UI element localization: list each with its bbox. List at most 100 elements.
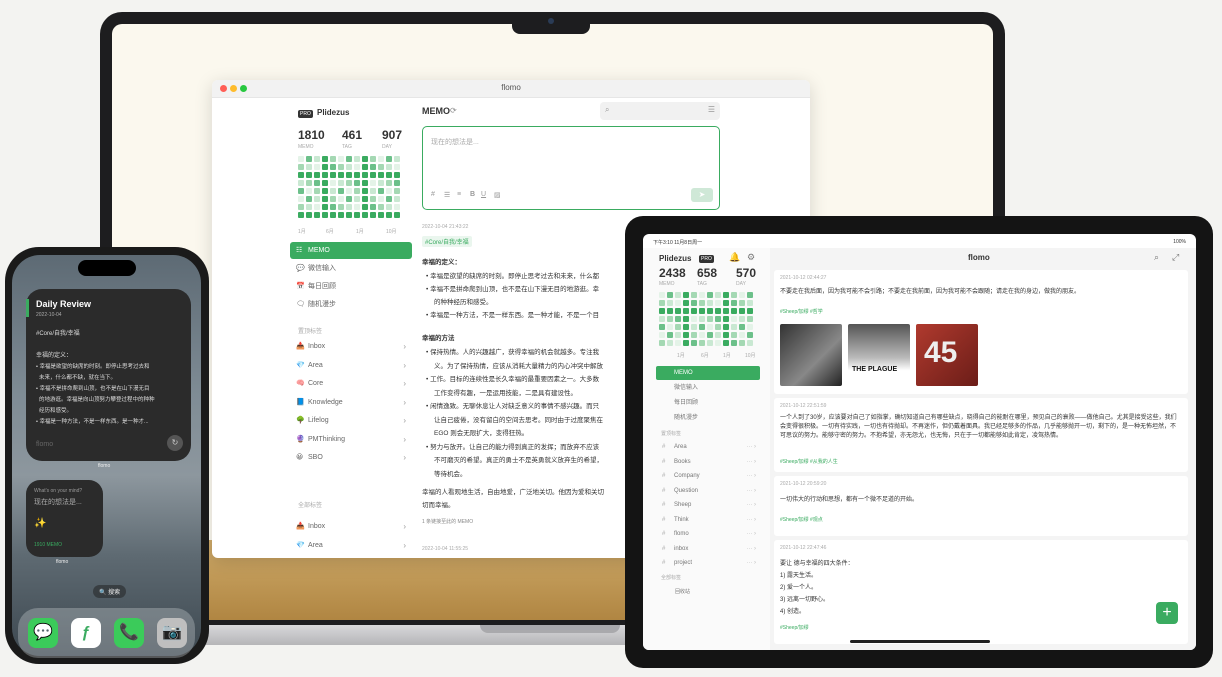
nav-random[interactable]: 随机漫步 xyxy=(656,411,760,425)
chevron-right-icon[interactable]: › xyxy=(403,338,406,355)
tag-item[interactable]: 📗Book› xyxy=(290,555,412,558)
poster-photo[interactable]: 45 xyxy=(916,324,978,386)
card-tags[interactable]: #Sheep/加缪 #哲学 xyxy=(780,308,823,315)
numbered-list-icon[interactable]: ≡ xyxy=(457,191,461,198)
hashtag-icon[interactable]: # xyxy=(431,191,435,198)
chevron-right-icon[interactable]: › xyxy=(403,375,406,392)
tag-item[interactable]: # Books ··· › xyxy=(656,455,760,469)
book-cover-photo[interactable]: THE PLAGUE xyxy=(848,324,910,386)
tag-item[interactable]: # project ··· › xyxy=(656,556,760,570)
tag-item[interactable]: 🔮 PMThinking › xyxy=(290,431,412,448)
settings-icon[interactable]: ⚙ xyxy=(747,252,755,263)
heatmap-cell xyxy=(370,204,376,210)
stat-label: DAY xyxy=(736,281,746,287)
nav-memo[interactable]: MEMO xyxy=(656,366,760,380)
tag-item[interactable]: # Think ··· › xyxy=(656,513,760,527)
tag-item[interactable]: 🌳 Lifelog › xyxy=(290,412,412,429)
more-icon[interactable]: ··· › xyxy=(746,556,756,570)
filter-icon[interactable]: ☰ xyxy=(708,105,715,114)
user-name[interactable]: Plidezus xyxy=(659,254,691,263)
nav-random[interactable]: 🗨 随机漫步 xyxy=(290,296,412,313)
underline-icon[interactable]: U xyxy=(481,191,486,198)
chevron-right-icon[interactable]: › xyxy=(403,449,406,466)
more-icon[interactable]: ··· › xyxy=(746,455,756,469)
nav-wechat[interactable]: 💬 微信输入 xyxy=(290,260,412,277)
memo-tag[interactable]: #Core/自我/幸福 xyxy=(422,236,472,247)
more-icon[interactable]: ··· › xyxy=(746,440,756,454)
phone-app-icon[interactable]: 📞 xyxy=(114,618,144,648)
tag-item[interactable]: # Sheep ··· › xyxy=(656,498,760,512)
section-all: 全部标签 xyxy=(661,575,682,581)
card-tags[interactable]: #Sheep/加缪 #从我的人生 xyxy=(780,458,838,465)
bold-icon[interactable]: B xyxy=(470,191,475,198)
more-icon[interactable]: ··· › xyxy=(746,469,756,483)
trash-link[interactable]: 回收站 xyxy=(675,588,690,595)
search-input[interactable]: ⌕ ☰ xyxy=(600,102,720,120)
nav-daily-review[interactable]: 📅 每日回顾 xyxy=(290,278,412,295)
heatmap-cell xyxy=(322,164,328,170)
heatmap-cell xyxy=(739,324,745,330)
tag-item[interactable]: 📘 Knowledge › xyxy=(290,394,412,411)
expand-icon[interactable]: ⤢ xyxy=(1172,252,1179,263)
search-pill[interactable]: 🔍 搜索 xyxy=(93,585,127,598)
memo-card[interactable]: 2021-10-12 22:47:46 要让 德与幸福的四大条件： 1) 露天生… xyxy=(774,540,1188,644)
flomo-app-icon[interactable]: ƒ xyxy=(71,618,101,648)
send-button[interactable]: ➤ xyxy=(691,188,713,202)
tag-item[interactable]: 📥 Inbox › xyxy=(290,338,412,355)
linked-memos[interactable]: 1 条链接至此的 MEMO xyxy=(422,518,473,525)
tag-item[interactable]: 💎 Area › xyxy=(290,537,412,554)
card-list-item: 4) 创造。 xyxy=(780,609,806,615)
add-memo-button[interactable]: + xyxy=(1156,602,1178,624)
chevron-right-icon[interactable]: › xyxy=(403,518,406,535)
nav-memo[interactable]: ☷ MEMO xyxy=(290,242,412,259)
heatmap-cell xyxy=(747,332,753,338)
tag-item[interactable]: # Question ··· › xyxy=(656,484,760,498)
card-tags[interactable]: #Sheep/加缪 #观点 xyxy=(780,516,823,523)
heatmap-cell xyxy=(378,164,384,170)
quick-memo-widget[interactable]: What's on your mind? 现在的想法是... ✨ 1910 ME… xyxy=(26,480,103,557)
memo-card[interactable]: 2021-10-12 20:59:20 一切伟大的行动和思想，都有一个微不足道的… xyxy=(774,476,1188,536)
chevron-right-icon[interactable]: › xyxy=(403,431,406,448)
portrait-photo[interactable] xyxy=(780,324,842,386)
nav-wechat[interactable]: 微信输入 xyxy=(656,381,760,395)
search-icon[interactable]: ⌕ xyxy=(1154,252,1159,263)
chevron-right-icon[interactable]: › xyxy=(403,394,406,411)
heatmap-cell xyxy=(394,188,400,194)
card-tags[interactable]: #Sheep/加缪 xyxy=(780,624,809,631)
user-name[interactable]: Plidezus xyxy=(317,108,349,117)
chevron-right-icon[interactable]: › xyxy=(403,555,406,558)
tag-item[interactable]: 📥 Inbox › xyxy=(290,518,412,535)
nav-daily-review[interactable]: 每日回顾 xyxy=(656,396,760,410)
chat-icon: 💬 xyxy=(296,265,305,272)
daily-review-widget[interactable]: Daily Review 2022-10-04 #Core/自我/幸福 幸福的定… xyxy=(26,289,191,461)
more-icon[interactable]: ··· › xyxy=(746,513,756,527)
tag-item[interactable]: # Area ··· › xyxy=(656,440,760,454)
tag-item[interactable]: 💎 Area › xyxy=(290,357,412,374)
chevron-right-icon[interactable]: › xyxy=(403,412,406,429)
refresh-icon[interactable]: ⟳ xyxy=(450,106,457,115)
wechat-app-icon[interactable]: 💬 xyxy=(28,618,58,648)
tag-item[interactable]: 🧠 Core › xyxy=(290,375,412,392)
tag-item[interactable]: # flomo ··· › xyxy=(656,527,760,541)
tag-icon: 💎 xyxy=(296,361,305,369)
chevron-right-icon[interactable]: › xyxy=(403,537,406,554)
more-icon[interactable]: ··· › xyxy=(746,498,756,512)
stat-tag-label: TAG xyxy=(342,144,352,150)
memo-card[interactable]: 2021-10-12 02:44:27 不要走在我后面，因为我可能不会引路；不要… xyxy=(774,270,1188,394)
tag-item[interactable]: # Company ··· › xyxy=(656,469,760,483)
bullet-list-icon[interactable]: ☰ xyxy=(444,191,450,199)
widget-line: • 幸福是一种方法，不是一样东西。是一种才... xyxy=(36,419,149,425)
tag-item[interactable]: 😀 SBO › xyxy=(290,449,412,466)
more-icon[interactable]: ··· › xyxy=(746,527,756,541)
heatmap-cell xyxy=(667,332,673,338)
camera-app-icon[interactable]: 📷 xyxy=(157,618,187,648)
refresh-icon[interactable]: ↻ xyxy=(167,435,183,451)
more-icon[interactable]: ··· › xyxy=(746,542,756,556)
image-icon[interactable]: ▨ xyxy=(494,191,501,199)
memo-card[interactable]: 2021-10-12 22:51:59 一个人到了30岁，应该要对自己了如指掌，… xyxy=(774,398,1188,472)
bell-icon[interactable]: 🔔 xyxy=(729,252,740,263)
memo-editor[interactable]: 现在的想法是... # ☰ ≡ B U ▨ ➤ xyxy=(422,126,720,210)
more-icon[interactable]: ··· › xyxy=(746,484,756,498)
chevron-right-icon[interactable]: › xyxy=(403,357,406,374)
tag-item[interactable]: # inbox ··· › xyxy=(656,542,760,556)
